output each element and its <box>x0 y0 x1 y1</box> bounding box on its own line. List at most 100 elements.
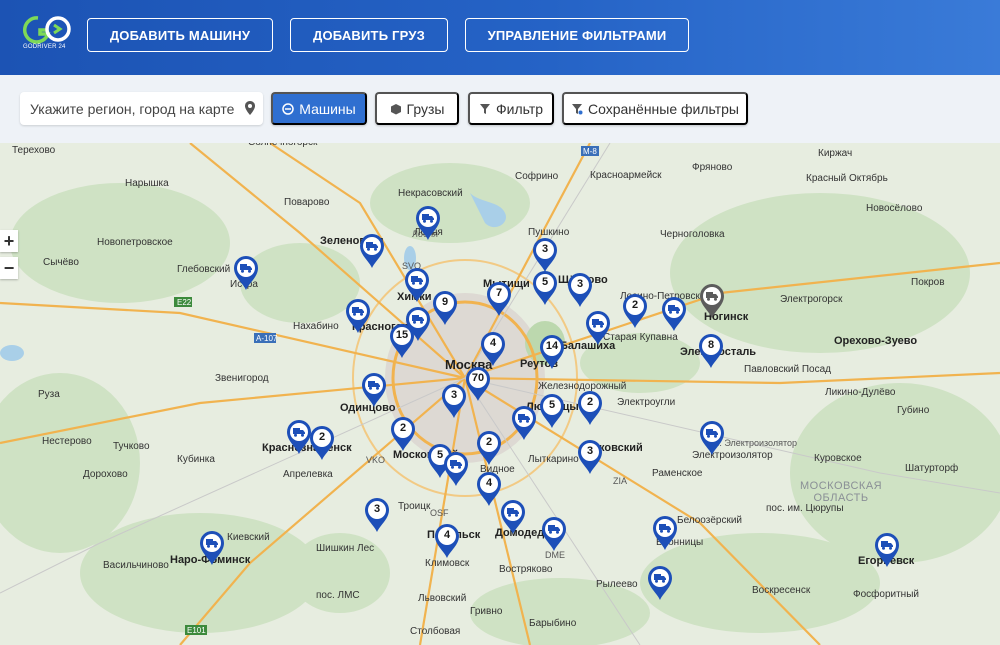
cars-tab-button[interactable]: Машины <box>271 92 367 125</box>
place-label: Рылеево <box>596 579 638 590</box>
box-icon <box>390 103 401 114</box>
cluster-marker[interactable]: 5 <box>531 270 559 306</box>
place-label: Киевский <box>227 532 270 543</box>
place-label: Руза <box>38 389 60 400</box>
map-pin-icon <box>875 533 899 567</box>
map-pin-icon <box>362 373 386 407</box>
cluster-marker[interactable]: 2 <box>576 390 604 426</box>
cluster-marker[interactable]: 4 <box>479 331 507 367</box>
map-pin-icon <box>542 517 566 551</box>
truck-icon <box>668 305 680 314</box>
place-label: Барыбино <box>529 618 577 629</box>
zoom-in-button[interactable]: + <box>0 230 18 252</box>
cluster-count: 4 <box>485 477 493 489</box>
truck-marker[interactable] <box>584 310 612 346</box>
truck-marker[interactable] <box>198 530 226 566</box>
truck-marker[interactable] <box>360 372 388 408</box>
place-label: Губино <box>897 405 930 416</box>
location-pin-icon[interactable] <box>245 101 255 115</box>
map-pin-icon <box>444 452 468 486</box>
truck-marker[interactable] <box>358 233 386 269</box>
place-label: Красный Октябрь <box>806 173 888 184</box>
truck-icon <box>368 381 380 390</box>
truck-marker[interactable] <box>698 420 726 456</box>
region-search-input[interactable]: Укажите регион, город на карте <box>20 92 263 125</box>
place-label: Нестерово <box>42 436 92 447</box>
place-label: Электрогорск <box>780 294 843 305</box>
place-label: Новосёлово <box>866 203 923 214</box>
truck-marker[interactable] <box>510 405 538 441</box>
add-cargo-button[interactable]: ДОБАВИТЬ ГРУЗ <box>290 18 448 52</box>
truck-marker[interactable] <box>646 565 674 601</box>
place-label: Троицк <box>398 501 431 512</box>
truck-marker[interactable] <box>442 451 470 487</box>
cluster-marker[interactable]: 3 <box>363 497 391 533</box>
cluster-marker[interactable]: 3 <box>440 383 468 419</box>
cargo-tab-button[interactable]: Грузы <box>375 92 459 125</box>
manage-filters-button[interactable]: УПРАВЛЕНИЕ ФИЛЬТРАМИ <box>465 18 689 52</box>
truck-marker[interactable] <box>698 283 726 319</box>
cluster-marker[interactable]: 3 <box>531 237 559 273</box>
map-pin-icon <box>700 421 724 455</box>
cargo-label: Грузы <box>406 100 445 117</box>
zoom-out-button[interactable]: − <box>0 257 18 279</box>
cluster-marker[interactable]: 15 <box>388 323 416 359</box>
truck-marker[interactable] <box>540 516 568 552</box>
place-label: Черноголовка <box>660 229 725 240</box>
truck-marker[interactable] <box>344 298 372 334</box>
truck-icon <box>518 414 530 423</box>
place-label: Красноармейск <box>590 170 662 181</box>
cluster-marker[interactable]: 14 <box>538 334 566 370</box>
cluster-marker[interactable]: 2 <box>475 430 503 466</box>
truck-icon <box>450 460 462 469</box>
cluster-marker[interactable]: 7 <box>485 281 513 317</box>
truck-icon <box>240 264 252 273</box>
map-pin-icon <box>512 406 536 440</box>
cluster-marker[interactable]: 3 <box>566 272 594 308</box>
saved-filter-icon <box>572 103 583 114</box>
truck-icon <box>881 541 893 550</box>
cluster-count: 4 <box>489 337 497 349</box>
truck-icon <box>422 214 434 223</box>
place-label: Некрасовский <box>398 188 463 199</box>
add-car-button[interactable]: ДОБАВИТЬ МАШИНУ <box>87 18 273 52</box>
cars-label: Машины <box>299 100 356 117</box>
cluster-marker[interactable]: 70 <box>464 366 492 402</box>
place-label: Шатурторф <box>905 463 959 474</box>
map-canvas[interactable]: M-8 E22 A-107 E101 Терехово Солнечногорск… <box>0 143 1000 645</box>
place-label: Поварово <box>284 197 330 208</box>
saved-filters-button[interactable]: Сохранённые фильтры <box>562 92 748 125</box>
map-pin-icon <box>346 299 370 333</box>
filter-button[interactable]: Фильтр <box>468 92 554 125</box>
map-pin-icon <box>416 206 440 240</box>
cluster-marker[interactable]: 8 <box>697 333 725 369</box>
cluster-count: 2 <box>399 422 407 434</box>
cluster-marker[interactable]: 3 <box>576 439 604 475</box>
car-icon <box>282 102 295 115</box>
cluster-marker[interactable]: 2 <box>308 425 336 461</box>
truck-icon <box>548 525 560 534</box>
truck-marker[interactable] <box>873 532 901 568</box>
cluster-marker[interactable]: 2 <box>389 416 417 452</box>
top-header: GODRIVER 24 ДОБАВИТЬ МАШИНУ ДОБАВИТЬ ГРУ… <box>0 0 1000 75</box>
truck-marker[interactable] <box>660 296 688 332</box>
truck-marker[interactable] <box>232 255 260 291</box>
cluster-marker[interactable]: 9 <box>431 290 459 326</box>
svg-text:A-107: A-107 <box>256 334 278 343</box>
cluster-marker[interactable]: 4 <box>433 523 461 559</box>
truck-marker[interactable] <box>651 515 679 551</box>
truck-marker[interactable] <box>499 499 527 535</box>
map-pin-icon <box>653 516 677 550</box>
place-label: Орехово-Зуево <box>834 335 918 347</box>
truck-marker[interactable] <box>403 267 431 303</box>
place-label: Звенигород <box>215 373 269 384</box>
place-label: Васильчиново <box>103 560 169 571</box>
truck-icon <box>706 292 718 301</box>
map-pin-icon <box>662 297 686 331</box>
truck-marker[interactable] <box>414 205 442 241</box>
cluster-marker[interactable]: 2 <box>621 293 649 329</box>
place-label: Дорохово <box>83 469 128 480</box>
cluster-marker[interactable]: 5 <box>538 393 566 429</box>
truck-icon <box>366 242 378 251</box>
place-label: Ликино-Дулёво <box>825 387 896 398</box>
